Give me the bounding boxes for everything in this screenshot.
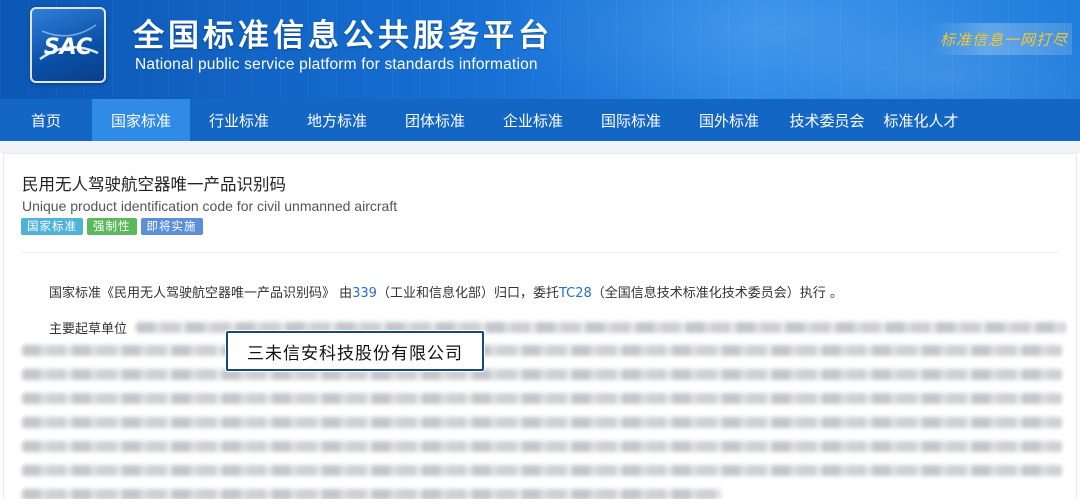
drafters-label: 主要起草单位 (49, 322, 128, 337)
site-header: SAC 全国标准信息公共服务平台 National public service… (0, 0, 1080, 99)
tag-upcoming: 即将实施 (140, 218, 203, 235)
standard-title-en: Unique product identification code for c… (22, 198, 398, 214)
site-subtitle: National public service platform for sta… (135, 56, 538, 73)
nav-item-technical-committees[interactable]: 技术委员会 (778, 99, 876, 141)
nav-item-industry-standards[interactable]: 行业标准 (190, 99, 288, 141)
blurred-line (22, 393, 1062, 404)
blurred-line (22, 441, 1062, 452)
blurred-line (22, 465, 1062, 476)
standard-tags: 国家标准 强制性 即将实施 (21, 218, 203, 235)
nav-item-home[interactable]: 首页 (0, 99, 92, 141)
nav-item-enterprise-standards[interactable]: 企业标准 (484, 99, 582, 141)
nav-item-national-standards[interactable]: 国家标准 (92, 99, 190, 141)
blurred-line (22, 345, 1062, 356)
logo-text: SAC (44, 35, 92, 60)
sac-logo-icon: SAC (39, 24, 99, 61)
page-gap (0, 141, 1080, 153)
standard-description: 国家标准《民用无人驾驶航空器唯一产品识别码》 由339（工业和信息化部）归口，委… (49, 282, 843, 301)
nav-item-international-standards[interactable]: 国际标准 (582, 99, 680, 141)
nav-item-group-standards[interactable]: 团体标准 (386, 99, 484, 141)
site-title: 全国标准信息公共服务平台 (133, 18, 553, 54)
desc-prefix: 国家标准《民用无人驾驶航空器唯一产品识别码》 由 (49, 286, 353, 301)
slogan: 标准信息一网打尽 (932, 23, 1072, 55)
tag-mandatory: 强制性 (87, 218, 137, 235)
desc-mid: （工业和信息化部）归口，委托 (376, 286, 559, 301)
divider (22, 252, 1058, 253)
standard-title: 民用无人驾驶航空器唯一产品识别码 (22, 175, 286, 194)
drafters-blurred-list (16, 314, 1066, 499)
highlighted-company: 三未信安科技股份有限公司 (226, 331, 484, 371)
standard-detail-panel: 民用无人驾驶航空器唯一产品识别码 Unique product identifi… (3, 153, 1077, 499)
main-nav: 首页 国家标准 行业标准 地方标准 团体标准 企业标准 国际标准 国外标准 技术… (0, 99, 1080, 141)
nav-item-local-standards[interactable]: 地方标准 (288, 99, 386, 141)
nav-item-foreign-standards[interactable]: 国外标准 (680, 99, 778, 141)
tag-national-standard: 国家标准 (21, 218, 83, 235)
nav-item-standardization-talent[interactable]: 标准化人才 (876, 99, 966, 141)
blurred-line (22, 369, 1062, 380)
committee-link[interactable]: TC28 (559, 286, 592, 301)
sac-logo[interactable]: SAC (30, 7, 106, 83)
blurred-line (22, 489, 722, 499)
ministry-link[interactable]: 339 (352, 286, 377, 301)
desc-suffix: （全国信息技术标准化技术委员会）执行 。 (591, 286, 843, 301)
blurred-line (22, 417, 1062, 428)
